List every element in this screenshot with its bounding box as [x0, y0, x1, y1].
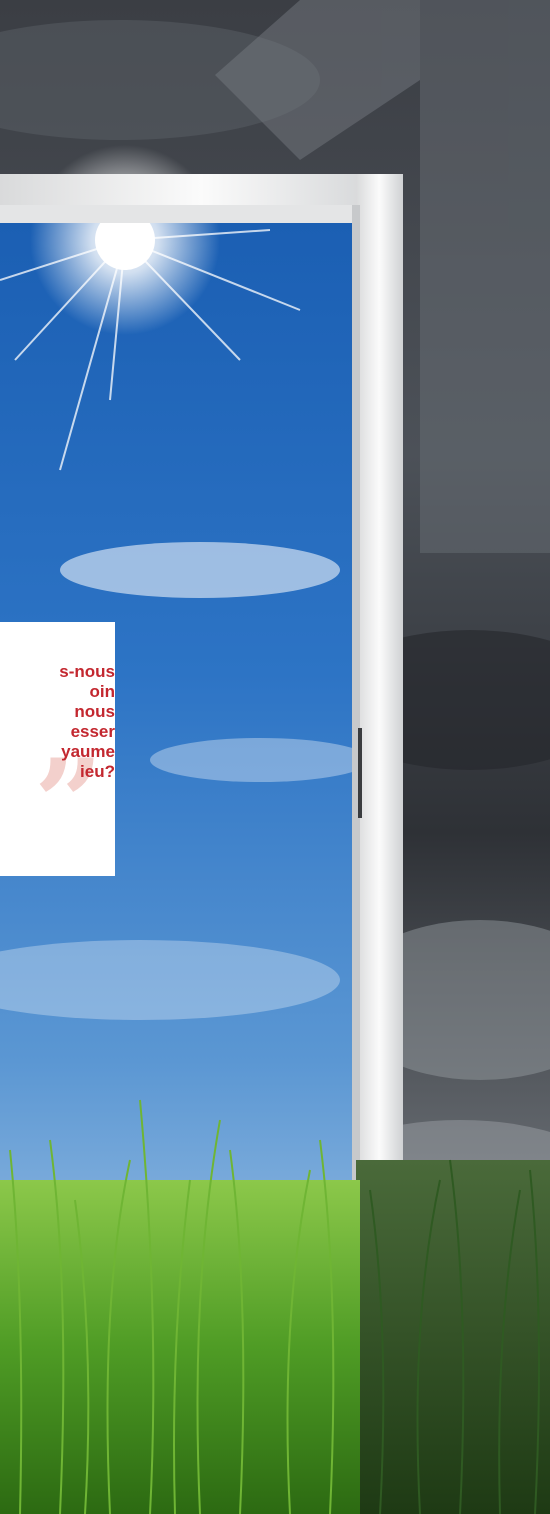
quote-card: ” s-nous oin nous esser yaume ieu?	[0, 622, 115, 876]
quote-line: s-nous	[59, 662, 115, 681]
quote-text: s-nous oin nous esser yaume ieu?	[59, 662, 115, 782]
quote-line: ieu?	[80, 762, 115, 781]
quote-line: yaume	[61, 742, 115, 761]
quote-line: esser	[70, 722, 115, 741]
quote-line: nous	[74, 702, 115, 721]
quote-line: oin	[89, 682, 116, 701]
